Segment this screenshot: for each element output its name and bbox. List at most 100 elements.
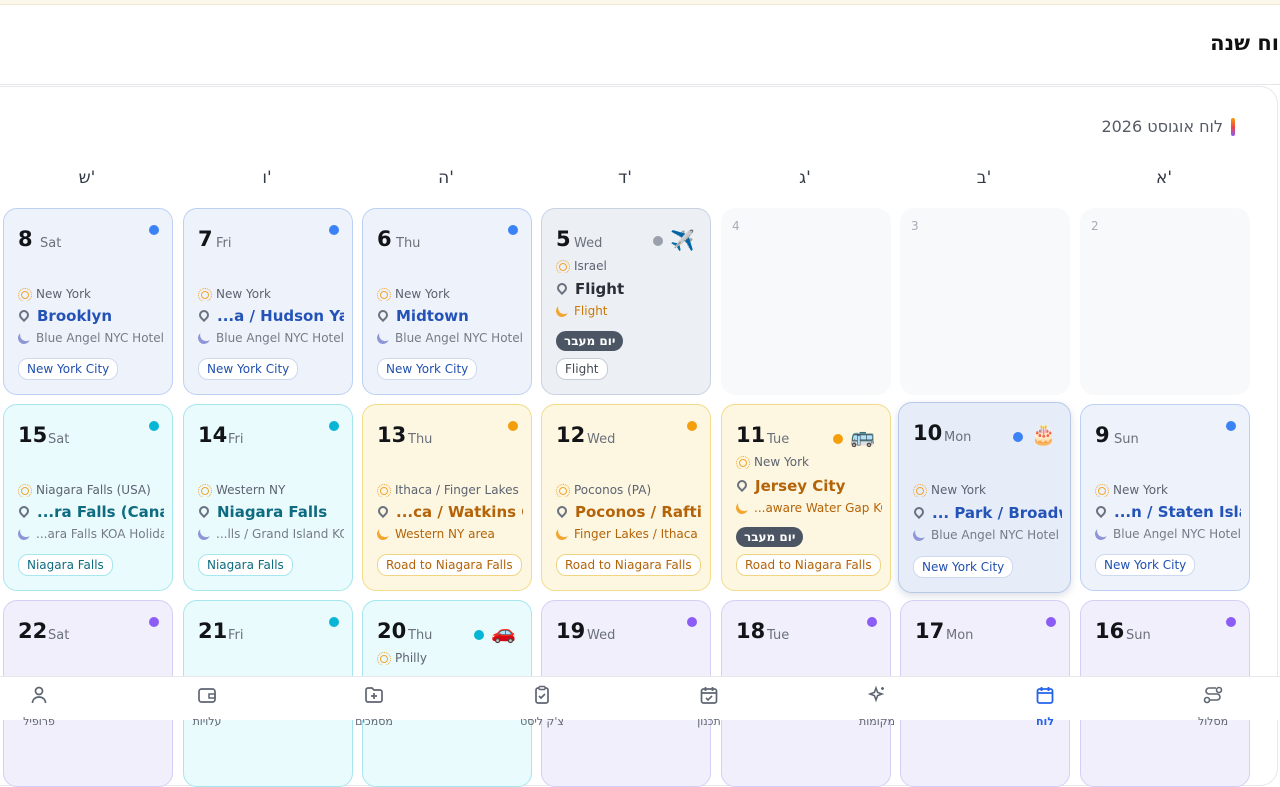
- day-cell-13[interactable]: 13 Thu Ithaca / Finger Lakes ...ca / Wat…: [362, 404, 532, 591]
- hotel-row: Blue Angel NYC Hotel: [18, 331, 164, 345]
- nav-route[interactable]: מסלול: [1158, 685, 1268, 728]
- trip-chip[interactable]: Niagara Falls: [18, 554, 113, 576]
- status-dot: [653, 236, 663, 246]
- status-dot: [149, 421, 159, 431]
- hotel-row: Blue Angel NYC Hotel: [377, 331, 523, 345]
- nav-board[interactable]: לוח: [990, 685, 1100, 728]
- hotel-text: Blue Angel NYC Hotel: [395, 331, 523, 345]
- status-dot: [149, 617, 159, 627]
- day-number: 20: [377, 619, 407, 643]
- day-name: Mon: [946, 628, 974, 643]
- route-icon: [1158, 685, 1268, 709]
- region-row: Poconos (PA): [556, 483, 702, 497]
- day-cell-15[interactable]: 15 Sat Niagara Falls (USA) ...ra Falls (…: [3, 404, 173, 591]
- day-number: 17: [915, 619, 945, 643]
- region-row: Philly: [377, 651, 523, 665]
- nav-label: פרופיל: [23, 715, 55, 728]
- day-cell-3[interactable]: 3: [900, 208, 1070, 395]
- location-pin-icon: [18, 307, 32, 323]
- hotel-row: Blue Angel NYC Hotel: [1095, 527, 1241, 541]
- region-text: New York: [216, 287, 271, 301]
- place-row: ...ra Falls (Canada): [18, 503, 164, 521]
- location-pin-icon: [198, 307, 212, 323]
- hotel-row: Finger Lakes / Ithaca: [556, 527, 702, 541]
- trip-chip[interactable]: Road to Niagara Falls: [377, 554, 522, 576]
- sun-icon: [18, 484, 32, 497]
- nav-costs[interactable]: עלויות: [152, 685, 262, 728]
- day-number: 16: [1095, 619, 1125, 643]
- nav-planning[interactable]: תכנון: [654, 685, 764, 728]
- hotel-row: Blue Angel NYC Hotel: [913, 528, 1062, 542]
- trip-chip[interactable]: Road to Niagara Falls: [556, 554, 701, 576]
- trip-chip[interactable]: Niagara Falls: [198, 554, 293, 576]
- trip-chip[interactable]: New York City: [198, 358, 299, 380]
- trip-chip[interactable]: Flight: [556, 358, 608, 380]
- place-text: Flight: [575, 280, 625, 298]
- sun-icon: [556, 484, 570, 497]
- hotel-text: Flight: [574, 304, 608, 318]
- hotel-text: ...ara Falls KOA Holiday: [36, 527, 164, 541]
- trip-chip[interactable]: New York City: [913, 556, 1014, 578]
- region-row: New York: [913, 483, 1062, 497]
- day-cell-6[interactable]: 6 Thu New York Midtown Blue Angel NYC Ho…: [362, 208, 532, 395]
- status-dot: [1226, 421, 1236, 431]
- trip-chip[interactable]: New York City: [18, 358, 119, 380]
- day-cell-12[interactable]: 12 Wed Poconos (PA) Poconos / Rafting Fi…: [541, 404, 711, 591]
- region-row: Niagara Falls (USA): [18, 483, 164, 497]
- sun-icon: [913, 484, 927, 497]
- day-cell-2[interactable]: 2: [1080, 208, 1250, 395]
- day-cell-11[interactable]: 11 Tue 🚌 New York Jersey City ...aware W…: [721, 404, 891, 591]
- nav-label: תכנון: [697, 715, 721, 728]
- status-dot: [1013, 432, 1023, 442]
- day-cell-8[interactable]: 8 Sat New York Brooklyn Blue Angel NYC H…: [3, 208, 173, 395]
- trip-chip[interactable]: New York City: [377, 358, 478, 380]
- place-text: ...ca / Watkins Glen: [396, 503, 523, 521]
- trip-chip[interactable]: New York City: [1095, 554, 1196, 576]
- calendar-check-icon: [654, 685, 764, 709]
- weekday-tue: ג': [799, 168, 811, 188]
- region-text: Ithaca / Finger Lakes: [395, 483, 519, 497]
- place-row: Niagara Falls: [198, 503, 344, 521]
- moon-icon: [377, 331, 391, 345]
- day-cell-7[interactable]: 7 Fri New York ...a / Hudson Yards Blue …: [183, 208, 353, 395]
- weekday-wed: ד': [618, 168, 632, 188]
- airplane-icon: ✈️: [670, 228, 695, 252]
- region-row: Israel: [556, 259, 702, 273]
- sun-icon: [1095, 484, 1109, 497]
- nav-documents[interactable]: מסמכים: [319, 685, 429, 728]
- day-number: 11: [736, 423, 766, 447]
- day-cell-10[interactable]: 10 Mon 🎂 New York ... Park / Broadway Bl…: [898, 402, 1071, 593]
- nav-profile[interactable]: פרופיל: [0, 685, 94, 728]
- place-row: ...a / Hudson Yards: [198, 307, 344, 325]
- status-dot: [508, 421, 518, 431]
- nav-checklist[interactable]: צ'ק ליסט: [487, 685, 597, 728]
- nav-places[interactable]: מקומות: [822, 685, 932, 728]
- moon-icon: [198, 331, 212, 345]
- trip-chip[interactable]: Road to Niagara Falls: [736, 554, 881, 576]
- nav-label: צ'ק ליסט: [520, 715, 564, 728]
- day-cell-4[interactable]: 4: [721, 208, 891, 395]
- sun-icon: [18, 288, 32, 301]
- nav-label: מקומות: [859, 715, 895, 728]
- day-cell-14[interactable]: 14 Fri Western NY Niagara Falls ...lls /…: [183, 404, 353, 591]
- region-text: New York: [36, 287, 91, 301]
- location-pin-icon: [1095, 503, 1109, 519]
- location-pin-icon: [377, 503, 391, 519]
- sun-icon: [377, 484, 391, 497]
- region-text: Niagara Falls (USA): [36, 483, 151, 497]
- place-text: Jersey City: [755, 477, 846, 495]
- day-name: Sat: [48, 628, 70, 643]
- day-cell-9[interactable]: 9 Sun New York ...n / Staten Island Blue…: [1080, 404, 1250, 591]
- place-row: Poconos / Rafting: [556, 503, 702, 521]
- location-pin-icon: [377, 307, 391, 323]
- region-row: New York: [198, 287, 344, 301]
- status-dot: [833, 434, 843, 444]
- status-dot: [687, 617, 697, 627]
- sun-icon: [736, 456, 750, 469]
- day-name: Sun: [1126, 628, 1151, 643]
- day-number: 2: [1091, 219, 1099, 233]
- place-row: ...n / Staten Island: [1095, 503, 1241, 521]
- hotel-text: Blue Angel NYC Hotel: [931, 528, 1059, 542]
- day-cell-5[interactable]: 5 Wed ✈️ Israel Flight Flight יום מעבר F…: [541, 208, 711, 395]
- day-name: Mon: [944, 430, 972, 445]
